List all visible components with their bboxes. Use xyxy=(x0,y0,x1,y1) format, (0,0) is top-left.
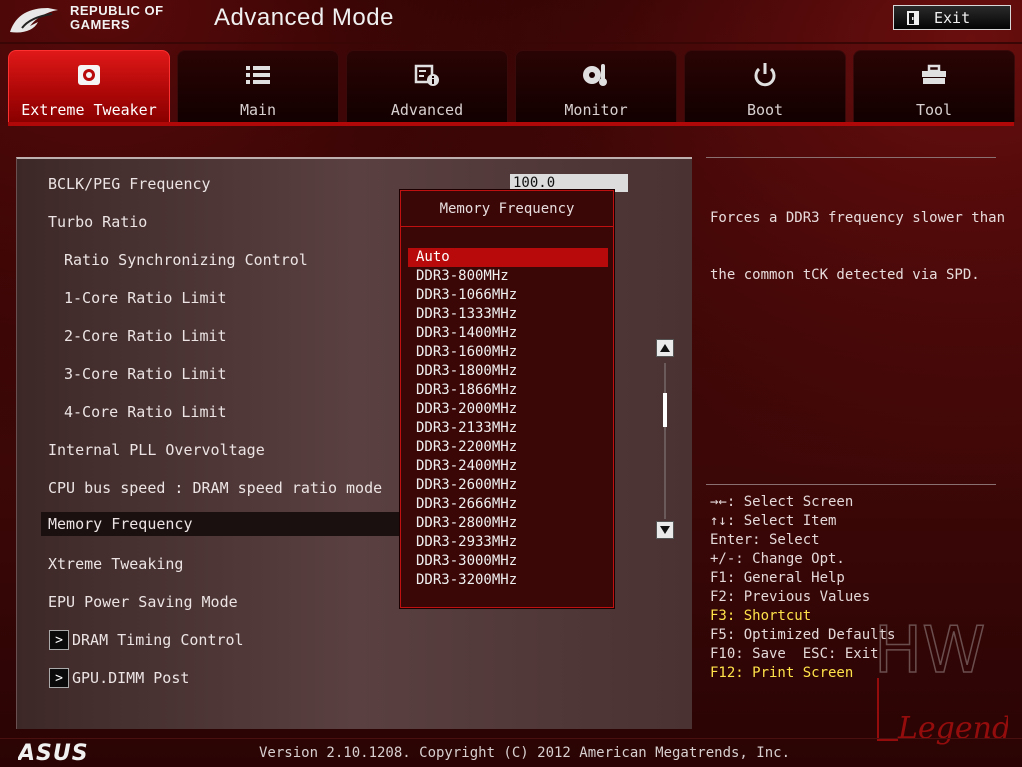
exit-button[interactable]: Exit xyxy=(893,5,1011,30)
setting-label: BCLK/PEG Frequency xyxy=(48,175,211,193)
rog-logo-icon xyxy=(10,8,58,33)
popup-option[interactable]: DDR3-1400MHz xyxy=(408,324,608,343)
header-divider xyxy=(0,42,1022,44)
setting-memory-frequency[interactable]: Memory Frequency xyxy=(41,512,401,536)
toolbox-icon xyxy=(920,61,948,89)
popup-option[interactable]: DDR3-1800MHz xyxy=(408,362,608,381)
popup-option[interactable]: DDR3-2800MHz xyxy=(408,514,608,533)
key-hint: Enter: Select xyxy=(710,532,820,548)
scroll-track[interactable] xyxy=(664,363,666,519)
popup-option[interactable]: DDR3-1600MHz xyxy=(408,343,608,362)
tab-monitor[interactable]: Monitor xyxy=(515,50,677,122)
scroll-down-button[interactable] xyxy=(656,521,674,539)
hwlegend-watermark: HW Legend xyxy=(873,613,1008,746)
popup-option[interactable]: DDR3-2200MHz xyxy=(408,438,608,457)
popup-options-list: Auto DDR3-800MHz DDR3-1066MHz DDR3-1333MHz D… xyxy=(408,248,608,590)
thermometer-fan-icon xyxy=(582,61,610,89)
key-hint: +/-: Change Opt. xyxy=(710,551,845,567)
arrow-up-icon xyxy=(660,344,670,352)
version-text: Version 2.10.1208. Copyright (C) 2012 Am… xyxy=(259,745,791,761)
svg-text:Legend: Legend xyxy=(897,711,1008,746)
svg-text:HW: HW xyxy=(874,614,985,688)
svg-text:ASUS: ASUS xyxy=(18,741,89,763)
key-hint: F1: General Help xyxy=(710,570,845,586)
popup-option[interactable]: DDR3-2000MHz xyxy=(408,400,608,419)
tab-label: Monitor xyxy=(564,101,628,119)
help-line: Forces a DDR3 frequency slower than xyxy=(710,210,1006,226)
setting-label: 2-Core Ratio Limit xyxy=(64,327,227,345)
chevron-right-icon: > xyxy=(49,630,69,650)
tab-label: Tool xyxy=(915,101,953,119)
popup-option[interactable]: DDR3-2666MHz xyxy=(408,495,608,514)
setting-label: Turbo Ratio xyxy=(48,213,148,231)
tab-main[interactable]: Main xyxy=(177,50,339,122)
tab-label: Extreme Tweaker xyxy=(21,101,157,119)
setting-label: 3-Core Ratio Limit xyxy=(64,365,227,383)
tab-strip xyxy=(8,122,1014,126)
tab-extreme-tweaker[interactable]: Extreme Tweaker xyxy=(8,50,170,122)
setting-label: Internal PLL Overvoltage xyxy=(48,441,265,459)
list-icon xyxy=(244,61,272,89)
setting-label: DRAM Timing Control xyxy=(72,631,244,649)
tab-bar: Extreme Tweaker Main Advanced Monitor Bo… xyxy=(8,50,1015,122)
setting-label: GPU.DIMM Post xyxy=(72,669,190,687)
popup-option[interactable]: DDR3-3200MHz xyxy=(408,571,608,590)
help-divider-top xyxy=(706,157,996,158)
footer-divider xyxy=(0,738,1022,739)
asus-logo: ASUS xyxy=(18,741,89,763)
scroll-thumb[interactable] xyxy=(663,393,667,427)
setting-label: 4-Core Ratio Limit xyxy=(64,403,227,421)
setting-label: 1-Core Ratio Limit xyxy=(64,289,227,307)
tab-boot[interactable]: Boot xyxy=(684,50,846,122)
exit-label: Exit xyxy=(934,8,971,27)
popup-option[interactable]: DDR3-2133MHz xyxy=(408,419,608,438)
setting-label: Ratio Synchronizing Control xyxy=(64,251,308,269)
popup-option[interactable]: DDR3-2933MHz xyxy=(408,533,608,552)
setting-label: Memory Frequency xyxy=(48,515,193,533)
popup-option[interactable]: DDR3-3000MHz xyxy=(408,552,608,571)
exit-door-icon xyxy=(907,10,919,25)
key-hint: →←: Select Screen xyxy=(710,494,854,510)
help-line: the common tCK detected via SPD. xyxy=(710,267,980,283)
submenu-dram-timing-control[interactable]: > DRAM Timing Control xyxy=(17,628,687,652)
popup-title: Memory Frequency xyxy=(401,191,613,227)
arrow-down-icon xyxy=(660,526,670,534)
setting-label: Xtreme Tweaking xyxy=(48,555,184,573)
popup-option[interactable]: DDR3-800MHz xyxy=(408,267,608,286)
setting-label: EPU Power Saving Mode xyxy=(48,593,238,611)
tab-advanced[interactable]: Advanced xyxy=(346,50,508,122)
brand-line2: GAMERS xyxy=(70,17,131,32)
popup-option[interactable]: DDR3-1866MHz xyxy=(408,381,608,400)
tab-label: Main xyxy=(239,101,277,119)
popup-option[interactable]: DDR3-1066MHz xyxy=(408,286,608,305)
popup-option[interactable]: DDR3-2400MHz xyxy=(408,457,608,476)
tab-label: Boot xyxy=(746,101,784,119)
advanced-settings-icon xyxy=(413,61,441,89)
popup-option[interactable]: DDR3-1333MHz xyxy=(408,305,608,324)
tab-tool[interactable]: Tool xyxy=(853,50,1015,122)
memory-frequency-popup: Memory Frequency Auto DDR3-800MHz DDR3-106… xyxy=(400,190,614,608)
popup-option[interactable]: Auto xyxy=(408,248,608,267)
brand-text: REPUBLIC OF GAMERS xyxy=(70,4,164,32)
chevron-right-icon: > xyxy=(49,668,69,688)
scrollbar[interactable] xyxy=(654,339,676,543)
power-icon xyxy=(751,61,779,89)
mode-title: Advanced Mode xyxy=(214,4,394,31)
brand-line1: REPUBLIC OF xyxy=(70,3,164,18)
submenu-gpu-dimm-post[interactable]: > GPU.DIMM Post xyxy=(17,666,687,690)
setting-label: CPU bus speed : DRAM speed ratio mode xyxy=(48,479,383,497)
header: REPUBLIC OF GAMERS Advanced Mode Exit xyxy=(0,0,1022,44)
memory-chip-icon xyxy=(75,61,103,89)
key-hint: ↑↓: Select Item xyxy=(710,513,837,529)
tab-label: Advanced xyxy=(390,101,464,119)
help-divider-mid xyxy=(706,484,996,485)
popup-option[interactable]: DDR3-2600MHz xyxy=(408,476,608,495)
help-description: Forces a DDR3 frequency slower than the … xyxy=(710,171,1006,304)
scroll-up-button[interactable] xyxy=(656,339,674,357)
